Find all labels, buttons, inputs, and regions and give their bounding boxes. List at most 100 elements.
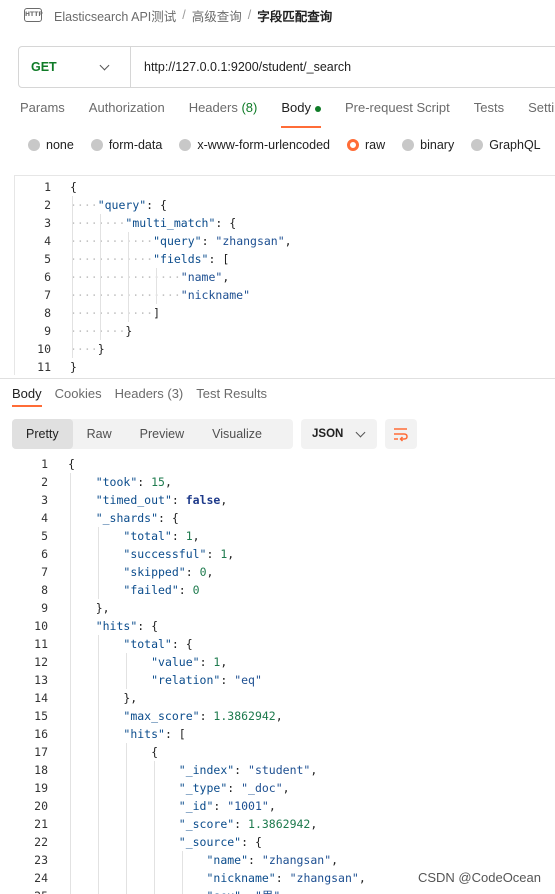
code-text: "_id": "1001", [178, 799, 276, 813]
indent-guide [156, 268, 157, 304]
http-icon: HTTP [24, 8, 43, 22]
radio-label: GraphQL [489, 138, 541, 152]
radio-none[interactable]: none [28, 138, 74, 152]
code-text: "_index": "student", [178, 763, 318, 777]
tab-cookies[interactable]: Cookies [55, 386, 102, 401]
code-text: "_shards": { [95, 511, 179, 525]
code-text: ············"fields": [ [70, 252, 230, 266]
code-text: "failed": 0 [123, 583, 200, 597]
code-text: "timed_out": false, [95, 493, 228, 507]
view-preview[interactable]: Preview [126, 419, 198, 449]
breadcrumb-collection[interactable]: Elasticsearch API测试 [54, 6, 176, 25]
radio-raw[interactable]: raw [347, 138, 385, 152]
url-input[interactable]: http://127.0.0.1:9200/student/_search [131, 60, 351, 74]
format-label: JSON [312, 428, 344, 440]
line-number: 5 [41, 529, 48, 543]
code-text: "hits": { [95, 619, 159, 633]
radio-circle-icon [471, 139, 484, 151]
line-number: 13 [34, 673, 48, 687]
tab-label: Authorization [88, 100, 165, 115]
line-number: 8 [41, 583, 48, 597]
view-raw[interactable]: Raw [73, 419, 126, 449]
indent-guide [98, 527, 99, 599]
tab-response-headers[interactable]: Headers (3) [115, 386, 184, 401]
code-text: }, [68, 691, 138, 705]
wrap-lines-icon [394, 428, 408, 442]
line-number: 6 [44, 270, 51, 284]
radio-selected-icon [347, 139, 359, 151]
indent-guide [182, 851, 183, 894]
radio-circle-icon [28, 139, 40, 151]
line-number: 25 [12, 887, 48, 894]
tab-label: Setti [528, 100, 555, 115]
tab-pre-request-script[interactable]: Pre-request Script [345, 100, 450, 124]
code-text: "nickname": "zhangsan", [206, 871, 366, 885]
tab-label: Params [20, 100, 65, 115]
tab-authorization[interactable]: Authorization [89, 100, 165, 124]
radio-label: binary [420, 138, 455, 152]
radio-label: x-www-form-urlencoded [197, 138, 330, 152]
line-number: 1 [41, 457, 48, 471]
line-number: 16 [34, 727, 48, 741]
view-pretty[interactable]: Pretty [12, 419, 73, 449]
format-select[interactable]: JSON [301, 419, 377, 449]
code-text: "value": 1, [151, 655, 228, 669]
response-body-viewer[interactable]: 1 {2 "took": 15, 3 "timed_out": false, 4 "_… [0, 455, 555, 894]
radio-circle-icon [90, 139, 103, 151]
indent-guide [98, 635, 99, 894]
view-mode-switch: Pretty Raw Preview Visualize [12, 419, 293, 449]
code-text: ············"query": "zhangsan", [70, 234, 292, 248]
line-number: 4 [41, 511, 48, 525]
code-text: ····} [70, 342, 105, 356]
chevron-down-icon [355, 427, 366, 437]
tab-tests[interactable]: Tests [474, 100, 504, 124]
radio-circle-icon [179, 139, 192, 151]
code-text: "took": 15, [95, 475, 172, 489]
code-text: "skipped": 0, [123, 565, 214, 579]
line-number: 19 [34, 781, 48, 795]
tab-label: Tests [473, 100, 505, 115]
tab-test-results[interactable]: Test Results [196, 386, 267, 401]
code-text: ········} [70, 324, 133, 338]
radio-form-data[interactable]: form-data [90, 138, 163, 152]
view-visualize[interactable]: Visualize [198, 419, 276, 449]
breadcrumb-separator: / [247, 8, 252, 22]
tab-label: Headers [188, 100, 238, 115]
tab-headers[interactable]: Headers (8) [189, 100, 258, 124]
radio-binary[interactable]: binary [402, 138, 454, 152]
tab-label: Pre-request Script [344, 100, 450, 115]
code-text: { [68, 457, 75, 471]
code-text: ················"nickname" [70, 288, 251, 302]
code-text: "_score": 1.3862942, [178, 817, 318, 831]
line-number: 2 [41, 475, 48, 489]
line-number: 6 [41, 547, 48, 561]
tab-response-body[interactable]: Body [12, 386, 42, 407]
tab-settings[interactable]: Setti [528, 100, 554, 124]
tab-params[interactable]: Params [20, 100, 65, 124]
breadcrumb-folder[interactable]: 高级查询 [192, 6, 242, 25]
line-number: 20 [34, 799, 48, 813]
code-text: } [70, 360, 77, 374]
radio-x-www-form-urlencoded[interactable]: x-www-form-urlencoded [179, 138, 330, 152]
line-number: 2 [44, 198, 51, 212]
response-tabs: Body Cookies Headers (3) Test Results [12, 386, 280, 407]
line-number: 10 [37, 342, 51, 356]
line-number: 24 [34, 871, 48, 885]
tab-body[interactable]: Body [281, 100, 321, 128]
code-text: ············] [70, 306, 161, 320]
radio-graphql[interactable]: GraphQL [471, 138, 541, 152]
indent-guide [100, 214, 101, 340]
wrap-lines-button[interactable] [385, 419, 417, 449]
code-text: "_type": "_doc", [178, 781, 290, 795]
indent-guide [72, 196, 73, 358]
line-number: 17 [34, 745, 48, 759]
code-text: ················"name", [70, 270, 230, 284]
line-number: 14 [34, 691, 48, 705]
chevron-down-icon [99, 60, 110, 70]
pane-divider[interactable] [0, 378, 555, 379]
request-body-editor[interactable]: 1 {2 ····"query": {3 ········"multi_match":… [14, 175, 555, 375]
radio-label: form-data [108, 138, 163, 152]
line-number: 1 [44, 180, 51, 194]
method-select[interactable]: GET [19, 47, 131, 87]
tab-label: Body [281, 100, 311, 115]
